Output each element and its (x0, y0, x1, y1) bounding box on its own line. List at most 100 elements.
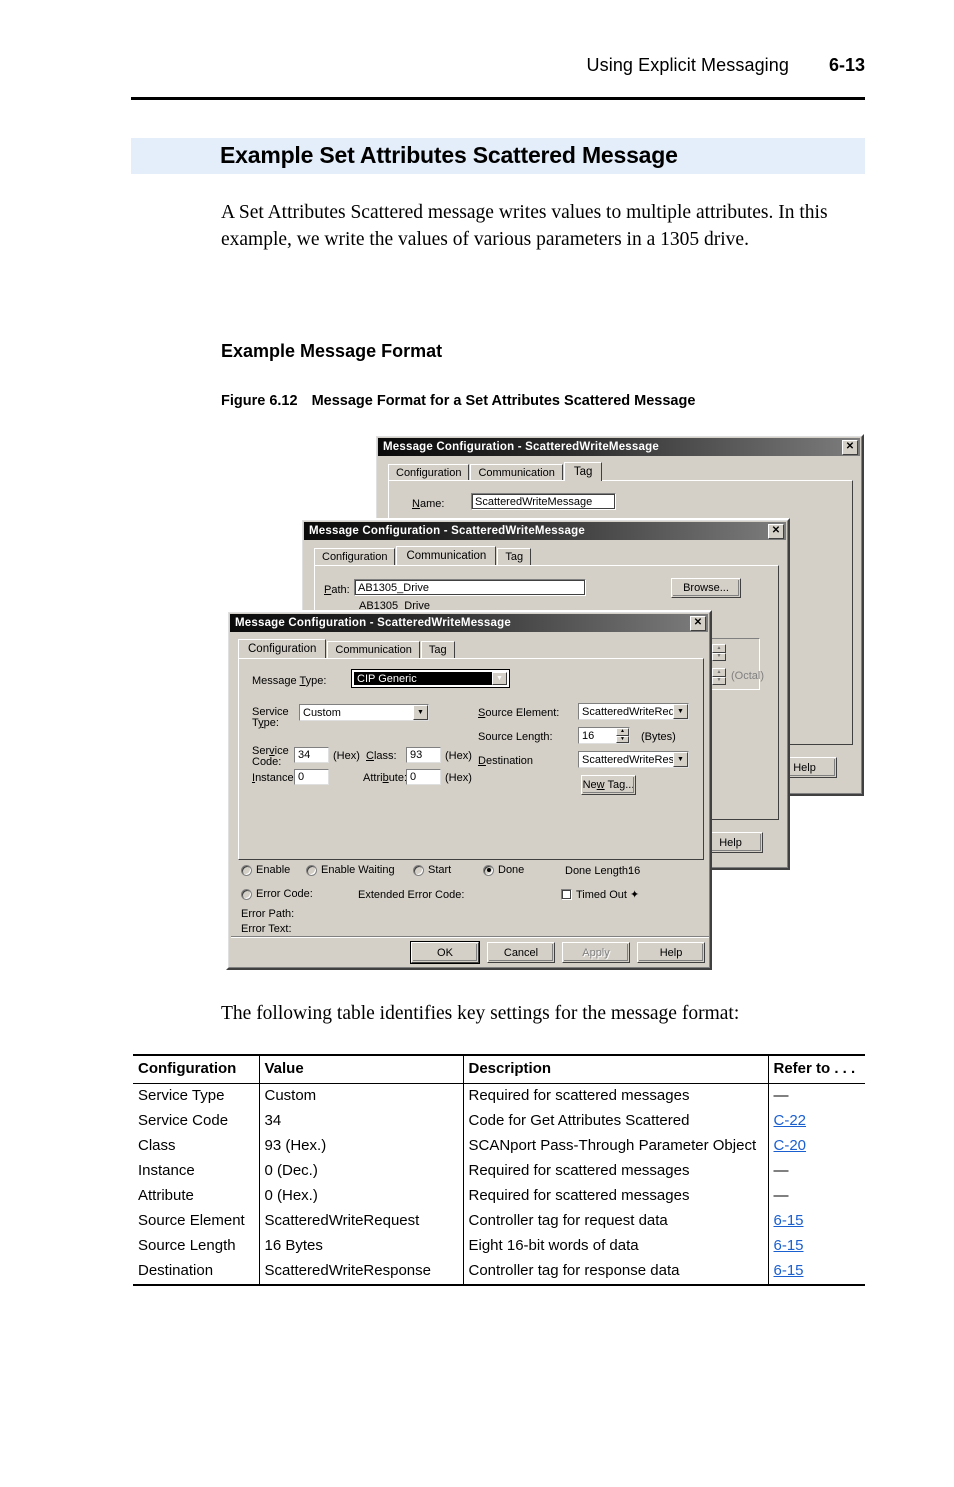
class-label: Class: (366, 750, 397, 762)
chevron-down-icon[interactable]: ▼ (492, 672, 507, 685)
radio-icon[interactable] (306, 864, 317, 876)
status-enable-label: Enable (256, 864, 291, 876)
page-header: Using Explicit Messaging 6-13 (131, 55, 865, 103)
status-radio-start[interactable]: Start (413, 864, 451, 876)
source-length-unit: (Bytes) (641, 731, 676, 743)
service-type-value: Custom (303, 706, 341, 719)
tab-tag[interactable]: Tag (497, 548, 532, 565)
source-length-spin-buttons[interactable]: ▲ ▼ (616, 728, 629, 743)
dialog-tag-tabstrip[interactable]: Configuration Communication Tag (388, 462, 603, 481)
spinner-up-icon[interactable]: ▲ (712, 668, 726, 677)
spinner-up-icon[interactable]: ▲ (616, 728, 629, 736)
cell-refer-to[interactable]: C-20 (767, 1134, 865, 1159)
spinner-lower[interactable]: ▲ ▼ (712, 668, 726, 685)
attribute-input[interactable]: 0 (406, 769, 441, 785)
cell-refer-to[interactable]: 6-15 (767, 1259, 865, 1285)
close-icon[interactable]: ✕ (842, 439, 858, 455)
octal-label-text: (Octal) (731, 670, 764, 682)
instance-input[interactable]: 0 (294, 769, 329, 785)
table-row: Attribute 0 (Hex.) Required for scattered … (133, 1184, 865, 1209)
tab-tag[interactable]: Tag (420, 641, 455, 658)
spinner-down-icon[interactable]: ▼ (712, 652, 726, 661)
destination-combobox[interactable]: ScatteredWriteRespo ▼ (578, 751, 689, 768)
path-input-value: AB1305_Drive (358, 581, 429, 594)
spinner-down-icon[interactable]: ▼ (616, 735, 629, 743)
column-header-configuration: Configuration (138, 1060, 237, 1077)
close-icon[interactable]: ✕ (768, 523, 784, 539)
column-header-refer-to: Refer to . . . (767, 1055, 865, 1084)
page-title: Example Set Attributes Scattered Message (220, 142, 678, 168)
path-label: Path: (324, 584, 350, 596)
message-type-label: Message Type: (252, 675, 327, 687)
radio-icon[interactable] (413, 864, 424, 876)
tab-communication[interactable]: Communication (470, 464, 563, 481)
dialog-comm-titlebar[interactable]: Message Configuration - ScatteredWriteMe… (304, 522, 786, 540)
extended-error-code-label-text: Extended Error Code: (358, 889, 465, 901)
destination-label: Destination (478, 755, 534, 767)
apply-button[interactable]: Apply (562, 942, 630, 963)
radio-icon[interactable] (241, 864, 252, 876)
help-button-config-label: Help (659, 946, 683, 959)
tab-tag[interactable]: Tag (563, 462, 603, 481)
chevron-down-icon[interactable]: ▼ (673, 704, 688, 719)
status-radio-done[interactable]: Done (483, 864, 524, 876)
class-input[interactable]: 93 (406, 747, 441, 763)
new-tag-button-label: New Tag... (582, 779, 635, 791)
dialog-tag-titlebar[interactable]: Message Configuration - ScatteredWriteMe… (378, 438, 860, 456)
source-element-combobox[interactable]: ScatteredWriteReque ▼ (578, 703, 689, 720)
source-length-spinner[interactable]: 16 ▲ ▼ (578, 727, 630, 744)
dialog-comm-tabstrip[interactable]: Configuration Communication Tag (314, 546, 532, 565)
status-radio-error-code[interactable]: Error Code: (241, 888, 313, 900)
path-input[interactable]: AB1305_Drive (354, 579, 586, 596)
tab-configuration-label: Configuration (322, 551, 388, 563)
cross-reference-link[interactable]: C-20 (774, 1137, 807, 1154)
spinner-upper[interactable]: ▲ ▼ (712, 644, 726, 661)
service-type-combobox[interactable]: Custom ▼ (299, 704, 429, 721)
cell-configuration: Attribute (138, 1187, 194, 1204)
tab-tag-label: Tag (573, 466, 593, 478)
radio-icon[interactable] (483, 864, 494, 876)
spinner-down-icon[interactable]: ▼ (712, 676, 726, 685)
checkbox-icon[interactable] (561, 889, 572, 900)
cross-reference-link[interactable]: 6-15 (774, 1237, 804, 1254)
close-icon[interactable]: ✕ (690, 615, 706, 631)
cell-refer-to[interactable]: C-22 (767, 1109, 865, 1134)
tab-communication[interactable]: Communication (396, 546, 497, 565)
service-code-input[interactable]: 34 (294, 747, 329, 763)
message-type-combobox[interactable]: CIP Generic ▼ (351, 669, 510, 688)
help-button-config-dialog[interactable]: Help (637, 942, 705, 963)
cell-refer-to[interactable]: 6-15 (767, 1234, 865, 1259)
tab-communication[interactable]: Communication (327, 641, 420, 658)
browse-button[interactable]: Browse... (671, 578, 741, 598)
cell-refer-to[interactable]: 6-15 (767, 1209, 865, 1234)
error-text-label-text: Error Text: (241, 923, 292, 935)
service-type-label: Service Type: (252, 706, 289, 729)
cross-reference-link[interactable]: C-22 (774, 1112, 807, 1129)
new-tag-button[interactable]: New Tag... (581, 775, 636, 795)
dialog-config-tabstrip[interactable]: Configuration Communication Tag (238, 639, 456, 658)
cell-configuration: Source Length (138, 1237, 236, 1254)
tab-configuration[interactable]: Configuration (238, 639, 327, 658)
tab-configuration[interactable]: Configuration (314, 548, 396, 565)
cell-value: 34 (258, 1109, 463, 1134)
cell-configuration: Class (138, 1137, 176, 1154)
status-radio-enable-waiting[interactable]: Enable Waiting (306, 864, 395, 876)
name-input[interactable]: ScatteredWriteMessage (471, 493, 616, 510)
chevron-down-icon[interactable]: ▼ (413, 705, 428, 720)
dialog-message-configuration-configuration[interactable]: Message Configuration - ScatteredWriteMe… (226, 610, 712, 970)
tab-tag-label: Tag (505, 551, 524, 563)
cell-configuration: Service Code (138, 1112, 229, 1129)
cross-reference-link[interactable]: 6-15 (774, 1212, 804, 1229)
spinner-up-icon[interactable]: ▲ (712, 644, 726, 653)
tab-configuration[interactable]: Configuration (388, 464, 470, 481)
cross-reference-link[interactable]: 6-15 (774, 1262, 804, 1279)
radio-icon[interactable] (241, 888, 252, 900)
status-radio-enable[interactable]: Enable (241, 864, 290, 876)
chevron-down-icon[interactable]: ▼ (673, 752, 688, 767)
cell-description: Code for Get Attributes Scattered (462, 1109, 768, 1134)
attribute-label: Attribute: (363, 772, 408, 784)
timed-out-checkbox[interactable]: Timed Out ✦ (561, 888, 639, 901)
dialog-config-titlebar[interactable]: Message Configuration - ScatteredWriteMe… (230, 614, 708, 632)
ok-button[interactable]: OK (410, 941, 480, 964)
cancel-button[interactable]: Cancel (487, 942, 555, 963)
